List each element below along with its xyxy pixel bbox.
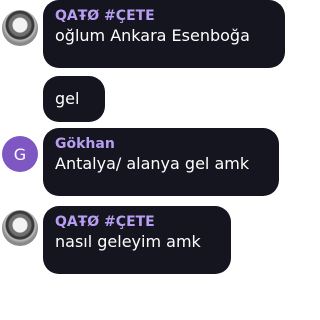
message-bubble[interactable]: QAŦØ #ÇETE oğlum Ankara Esenboğa — [43, 0, 285, 68]
message-text: gel — [55, 89, 80, 108]
user-avatar[interactable] — [2, 10, 38, 46]
message-text: nasıl geleyim amk — [55, 232, 201, 251]
message-bubble[interactable]: gel — [43, 76, 105, 122]
message-text: Antalya/ alanya gel amk — [55, 154, 250, 173]
sender-name[interactable]: Gökhan — [55, 135, 267, 153]
chat-thread: QAŦØ #ÇETE oğlum Ankara Esenboğa gel G G… — [0, 0, 286, 320]
user-avatar[interactable]: G — [2, 136, 38, 172]
user-avatar[interactable] — [2, 210, 38, 246]
avatar-initial: G — [13, 144, 27, 164]
sender-name[interactable]: QAŦØ #ÇETE — [55, 213, 219, 231]
message-text: oğlum Ankara Esenboğa — [55, 26, 250, 45]
sender-name[interactable]: QAŦØ #ÇETE — [55, 7, 273, 25]
message-bubble[interactable]: Gökhan Antalya/ alanya gel amk — [43, 128, 279, 196]
message-bubble[interactable]: QAŦØ #ÇETE nasıl geleyim amk — [43, 206, 231, 274]
